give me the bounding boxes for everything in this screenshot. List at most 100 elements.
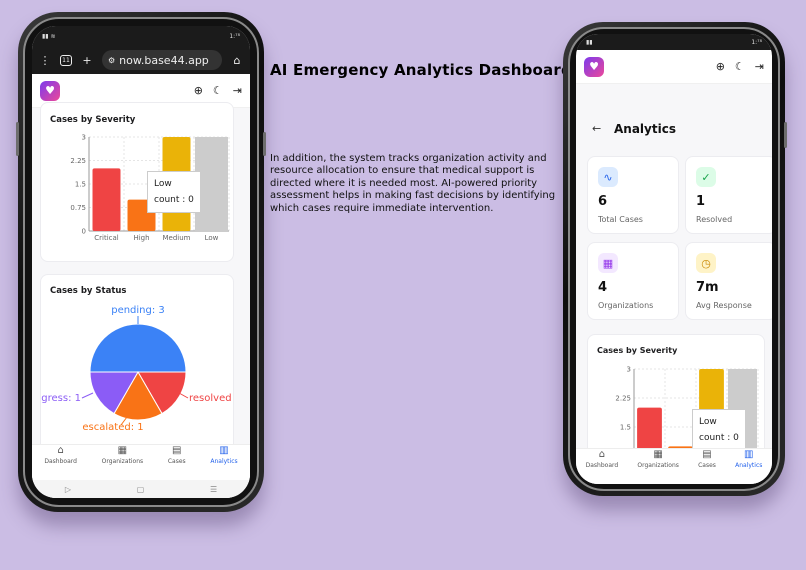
globe-icon[interactable]: ⊕ — [194, 84, 203, 97]
pie-label: resolved — [189, 393, 232, 404]
logout-icon[interactable]: ⇥ — [755, 60, 764, 73]
tooltip-label: Low — [699, 417, 717, 427]
y-tick-label: 0.75 — [70, 204, 86, 212]
right-phone-frame: ▮▮ 1:⁷⁸ ♥ ⊕ ☾ ⇥ ← Analytics ∿ 6 Total Ca… — [563, 22, 787, 496]
power-button — [263, 132, 266, 156]
y-tick-label: 1.5 — [75, 181, 86, 189]
address-bar[interactable]: ⚙ now.base44.app — [102, 50, 222, 70]
nav-item-analytics[interactable]: ▥ Analytics — [210, 445, 237, 480]
logout-icon[interactable]: ⇥ — [233, 84, 242, 97]
bar-chart-icon: ▥ — [744, 449, 754, 460]
stat-card-total-cases[interactable]: ∿ 6 Total Cases — [587, 156, 679, 234]
tab-count-button[interactable]: 11 — [60, 54, 72, 66]
chart-tooltip: Low count : 0 — [692, 409, 746, 451]
signal-icon: ▮▮ ≋ — [42, 32, 56, 40]
nav-label: Analytics — [735, 462, 763, 469]
severity-bar-chart: 0 0.75 1.5 2.25 3 Critical High Medium Low — [70, 134, 230, 242]
y-tick-label: 2.25 — [70, 157, 86, 165]
nav-item-analytics[interactable]: ▥ Analytics — [735, 449, 762, 484]
stat-value: 6 — [598, 194, 608, 209]
bottom-nav: ⌂ Dashboard ▦ Organizations ▤ Cases ▥ Analytics — [576, 448, 772, 484]
nav-label: Organizations — [637, 462, 679, 469]
pie-label: ogress: 1 — [41, 393, 81, 404]
back-arrow-icon[interactable]: ← — [592, 122, 601, 135]
home-icon[interactable]: ⌂ — [230, 54, 244, 67]
home-icon: ⌂ — [57, 445, 64, 456]
recents-gesture-icon[interactable]: ☰ — [210, 485, 217, 494]
y-tick-label: 1.5 — [620, 424, 631, 432]
nav-label: Dashboard — [44, 458, 77, 465]
chart-tooltip: Low count : 0 — [147, 171, 201, 213]
stat-card-avg-response[interactable]: ◷ 7m Avg Response — [685, 242, 772, 320]
browser-toolbar: ⋮ 11 + ⚙ now.base44.app ⌂ — [32, 46, 250, 74]
nav-item-dashboard[interactable]: ⌂ Dashboard — [586, 449, 619, 484]
status-time: 1:⁷⁸ — [751, 38, 762, 46]
stat-card-organizations[interactable]: ▦ 4 Organizations — [587, 242, 679, 320]
nav-item-cases[interactable]: ▤ Cases — [698, 449, 716, 484]
site-settings-icon[interactable]: ⚙ — [108, 56, 115, 65]
app-logo-heart-icon[interactable]: ♥ — [40, 80, 60, 101]
nav-item-organizations[interactable]: ▦ Organizations — [102, 445, 143, 480]
back-gesture-icon[interactable]: ▷ — [65, 485, 71, 494]
y-tick-label: 2.25 — [615, 395, 631, 403]
home-gesture-icon[interactable]: ▢ — [137, 485, 145, 494]
x-tick-label: Critical — [94, 234, 119, 242]
stat-card-resolved[interactable]: ✓ 1 Resolved — [685, 156, 772, 234]
right-phone-screen: ▮▮ 1:⁷⁸ ♥ ⊕ ☾ ⇥ ← Analytics ∿ 6 Total Ca… — [576, 34, 772, 484]
severity-card: Cases by Severity 00.751.52.253CriticalH… — [40, 102, 234, 262]
more-vert-icon[interactable]: ⋮ — [38, 54, 52, 67]
globe-icon[interactable]: ⊕ — [716, 60, 725, 73]
signal-icon: ▮▮ — [586, 38, 593, 46]
leader-line — [81, 392, 94, 399]
y-tick-label: 0 — [82, 228, 86, 236]
file-icon: ▤ — [702, 449, 712, 460]
check-circle-icon: ✓ — [696, 167, 716, 187]
stat-label: Total Cases — [598, 215, 643, 224]
nav-item-organizations[interactable]: ▦ Organizations — [637, 449, 678, 484]
moon-icon[interactable]: ☾ — [735, 60, 745, 73]
nav-item-dashboard[interactable]: ⌂ Dashboard — [44, 445, 77, 480]
building-icon: ▦ — [598, 253, 618, 273]
power-button — [784, 122, 787, 148]
status-bar: ▮▮ 1:⁷⁸ — [576, 34, 772, 50]
moon-icon[interactable]: ☾ — [213, 84, 223, 97]
volume-button — [16, 122, 19, 156]
nav-label: Cases — [698, 462, 716, 469]
building-icon: ▦ — [653, 449, 663, 460]
left-phone-screen: ▮▮ ≋ 1:⁷⁸ ⋮ 11 + ⚙ now.base44.app ⌂ ♥ ⊕ … — [32, 26, 250, 498]
clock-icon: ◷ — [696, 253, 716, 273]
tooltip-count: count : 0 — [154, 195, 194, 205]
nav-item-cases[interactable]: ▤ Cases — [168, 445, 186, 480]
stat-label: Avg Response — [696, 301, 752, 310]
x-tick-label: High — [133, 234, 149, 242]
content-area: Cases by Severity 0 0.75 1.5 2.25 3 Critical H… — [32, 102, 250, 498]
nav-label: Dashboard — [585, 462, 619, 469]
file-icon: ▤ — [172, 445, 182, 456]
x-tick-label: Low — [205, 234, 219, 242]
stat-value: 7m — [696, 280, 719, 295]
nav-label: Analytics — [210, 458, 238, 465]
stat-value: 4 — [598, 280, 608, 295]
status-pie-chart: pending: 3 ogress: 1 resolved escalated: 1 — [41, 305, 232, 433]
status-bar: ▮▮ ≋ 1:⁷⁸ — [32, 26, 250, 46]
stat-label: Resolved — [696, 215, 733, 224]
y-tick-label: 3 — [82, 134, 86, 142]
bar-critical — [92, 168, 121, 231]
app-logo-heart-icon[interactable]: ♥ — [584, 56, 604, 77]
description-text: In addition, the system tracks organizat… — [270, 153, 556, 214]
left-phone-frame: ▮▮ ≋ 1:⁷⁸ ⋮ 11 + ⚙ now.base44.app ⌂ ♥ ⊕ … — [16, 12, 266, 512]
pie-label: escalated: 1 — [82, 422, 143, 433]
page-title: AI Emergency Analytics Dashboard — [270, 61, 572, 79]
tooltip-label: Low — [154, 179, 172, 189]
stat-value: 1 — [696, 194, 706, 209]
building-icon: ▦ — [117, 445, 128, 456]
bottom-nav: ⌂ Dashboard ▦ Organizations ▤ Cases ▥ Analytics — [32, 444, 250, 480]
bar-chart-icon: ▥ — [219, 445, 229, 456]
activity-icon: ∿ — [598, 167, 618, 187]
url-text: now.base44.app — [119, 53, 209, 67]
nav-label: Organizations — [101, 458, 144, 465]
x-tick-label: Medium — [163, 234, 191, 242]
analytics-heading: Analytics — [614, 122, 676, 136]
new-tab-icon[interactable]: + — [80, 54, 94, 67]
pie-label: pending: 3 — [111, 305, 165, 316]
